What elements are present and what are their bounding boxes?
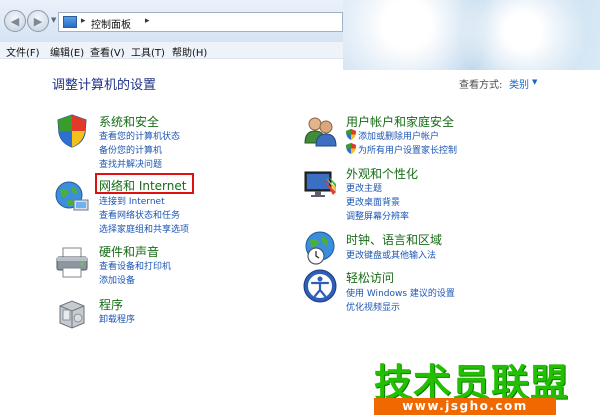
forward-arrow-icon: ▶ bbox=[33, 14, 43, 28]
watermark-url-bar: www.jsgho.com bbox=[374, 398, 556, 415]
category-ease-of-access[interactable]: 轻松访问 bbox=[346, 269, 394, 286]
category-hardware-sound[interactable]: 硬件和声音 bbox=[99, 243, 159, 260]
view-by-dropdown[interactable]: 类别 bbox=[509, 76, 529, 91]
programs-box-icon[interactable] bbox=[54, 296, 90, 332]
link-connect-internet[interactable]: 连接到 Internet bbox=[99, 194, 165, 207]
category-network-internet[interactable]: 网络和 Internet bbox=[99, 177, 186, 194]
link-uninstall-program[interactable]: 卸载程序 bbox=[99, 312, 135, 325]
printer-icon[interactable] bbox=[54, 244, 90, 280]
link-find-fix-problems[interactable]: 查找并解决问题 bbox=[99, 157, 162, 170]
view-by-chevron-icon[interactable]: ▼ bbox=[532, 78, 537, 86]
link-add-remove-accounts[interactable]: 添加或删除用户帐户 bbox=[358, 129, 439, 142]
link-recommended-settings[interactable]: 使用 Windows 建议的设置 bbox=[346, 286, 455, 299]
watermark-url: www.jsgho.com bbox=[402, 399, 528, 413]
uac-shield-icon bbox=[346, 129, 356, 140]
category-programs[interactable]: 程序 bbox=[99, 296, 123, 313]
category-appearance[interactable]: 外观和个性化 bbox=[346, 165, 418, 182]
system-security-shield-icon[interactable] bbox=[54, 113, 90, 149]
link-parental-controls[interactable]: 为所有用户设置家长控制 bbox=[358, 143, 457, 156]
back-button[interactable]: ◀ bbox=[4, 10, 26, 32]
link-change-theme[interactable]: 更改主题 bbox=[346, 181, 382, 194]
menu-file[interactable]: 文件(F) bbox=[6, 44, 40, 59]
uac-shield-icon-2 bbox=[346, 143, 356, 154]
link-keyboard-input[interactable]: 更改键盘或其他输入法 bbox=[346, 248, 436, 261]
link-view-computer-status[interactable]: 查看您的计算机状态 bbox=[99, 129, 180, 142]
control-panel-small-icon bbox=[63, 16, 77, 28]
menu-view[interactable]: 查看(V) bbox=[90, 44, 125, 59]
link-screen-resolution[interactable]: 调整屏幕分辨率 bbox=[346, 209, 409, 222]
monitor-palette-icon[interactable] bbox=[302, 166, 338, 202]
category-system-security[interactable]: 系统和安全 bbox=[99, 113, 159, 130]
link-desktop-background[interactable]: 更改桌面背景 bbox=[346, 195, 400, 208]
link-add-device[interactable]: 添加设备 bbox=[99, 273, 135, 286]
forward-button[interactable]: ▶ bbox=[27, 10, 49, 32]
users-icon[interactable] bbox=[302, 113, 338, 149]
menu-edit[interactable]: 编辑(E) bbox=[50, 44, 84, 59]
page-title: 调整计算机的设置 bbox=[52, 78, 157, 93]
link-network-status[interactable]: 查看网络状态和任务 bbox=[99, 208, 180, 221]
category-clock-language[interactable]: 时钟、语言和区域 bbox=[346, 231, 442, 248]
ease-of-access-icon[interactable] bbox=[302, 268, 338, 304]
link-homegroup-sharing[interactable]: 选择家庭组和共享选项 bbox=[99, 222, 189, 235]
link-devices-printers[interactable]: 查看设备和打印机 bbox=[99, 259, 171, 272]
address-box[interactable]: ▸ 控制面板 ▸ bbox=[58, 12, 343, 32]
breadcrumb-control-panel[interactable]: 控制面板 bbox=[91, 16, 131, 31]
address-separator-2[interactable]: ▸ bbox=[145, 16, 150, 26]
recent-pages-dropdown-icon[interactable]: ▼ bbox=[51, 16, 56, 24]
menu-tools[interactable]: 工具(T) bbox=[131, 44, 165, 59]
blurred-region bbox=[343, 0, 600, 70]
link-backup-computer[interactable]: 备份您的计算机 bbox=[99, 143, 162, 156]
category-user-accounts[interactable]: 用户帐户和家庭安全 bbox=[346, 113, 454, 130]
menu-help[interactable]: 帮助(H) bbox=[172, 44, 207, 59]
view-by-label: 查看方式: bbox=[459, 80, 503, 91]
network-globe-icon[interactable] bbox=[54, 178, 90, 214]
link-optimize-display[interactable]: 优化视频显示 bbox=[346, 300, 400, 313]
address-separator[interactable]: ▸ bbox=[81, 16, 86, 26]
clock-globe-icon[interactable] bbox=[302, 230, 338, 266]
menu-bar: 文件(F) 编辑(E) 查看(V) 工具(T) 帮助(H) bbox=[0, 42, 343, 59]
back-arrow-icon: ◀ bbox=[10, 14, 20, 28]
